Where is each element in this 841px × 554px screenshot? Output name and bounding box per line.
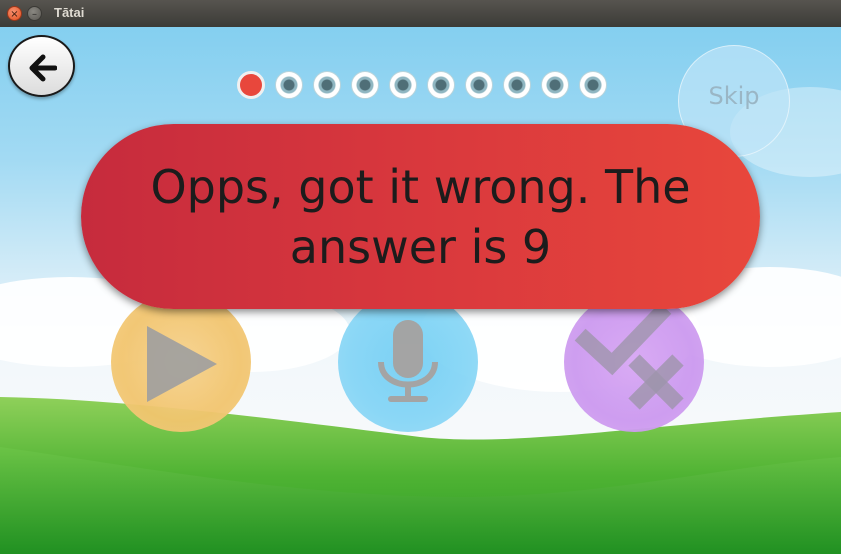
progress-dot-pending xyxy=(389,71,417,99)
back-button[interactable] xyxy=(8,35,75,97)
window-minimize-button[interactable]: – xyxy=(27,6,42,21)
feedback-message: Opps, got it wrong. The answer is 9 xyxy=(150,159,691,274)
progress-dot-pending xyxy=(275,71,303,99)
app-window: × – Tātai Skip Opps, got it wrong. The a… xyxy=(0,0,841,554)
play-button[interactable] xyxy=(111,292,251,432)
progress-dot-completed xyxy=(237,71,265,99)
check-cross-icon xyxy=(574,302,684,410)
arrow-left-icon xyxy=(29,54,57,82)
microphone-icon xyxy=(378,320,438,402)
progress-dot-pending xyxy=(465,71,493,99)
feedback-banner: Opps, got it wrong. The answer is 9 xyxy=(81,124,760,309)
progress-dot-pending xyxy=(579,71,607,99)
record-button[interactable] xyxy=(338,292,478,432)
progress-dot-pending xyxy=(351,71,379,99)
window-close-button[interactable]: × xyxy=(7,6,22,21)
window-title: Tātai xyxy=(54,5,85,20)
progress-dot-pending xyxy=(313,71,341,99)
title-bar: × – Tātai xyxy=(0,0,841,28)
play-icon xyxy=(147,326,217,402)
close-icon: × xyxy=(10,9,19,20)
minimize-icon: – xyxy=(32,9,37,20)
progress-dot-pending xyxy=(427,71,455,99)
progress-dot-pending xyxy=(503,71,531,99)
progress-dot-pending xyxy=(541,71,569,99)
skip-label: Skip xyxy=(708,82,760,110)
check-button[interactable] xyxy=(564,292,704,432)
